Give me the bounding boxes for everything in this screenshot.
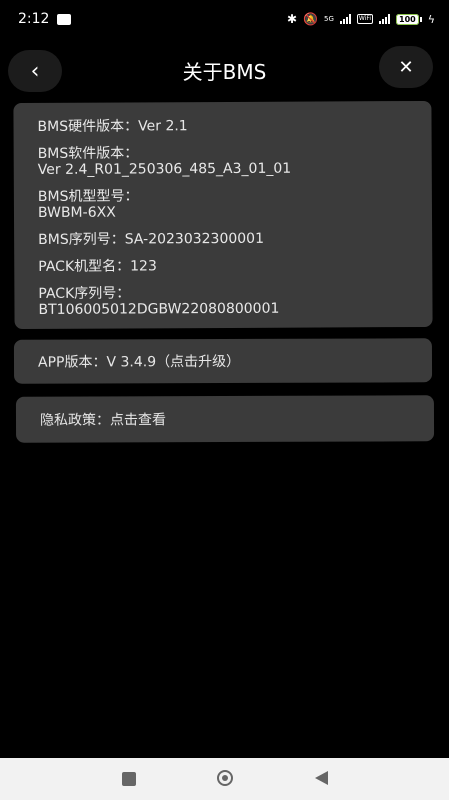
- serial-value: SA-2023032300001: [124, 230, 265, 248]
- serial-row: BMS序列号：SA-2023032300001: [38, 230, 408, 248]
- pack-model-row: PACK机型名：123: [38, 257, 408, 275]
- signal-icon: [339, 14, 351, 24]
- app-version-text: APP版本：V 3.4.9（点击升级）: [37, 353, 241, 371]
- status-time: 2:12: [18, 11, 50, 27]
- signal-icon-2: [379, 14, 391, 24]
- model-value: BWBM-6XX: [37, 204, 116, 221]
- hw-version-label: BMS硬件版本：: [37, 118, 139, 135]
- hw-version-row: BMS硬件版本：Ver 2.1: [37, 117, 407, 135]
- pack-serial-row: PACK序列号： BT106005012DGBW22080800001: [38, 284, 408, 318]
- sw-version-label: BMS软件版本：: [37, 145, 139, 162]
- home-circle-icon[interactable]: [217, 770, 233, 786]
- wifi-icon: WiFi: [356, 14, 374, 24]
- status-right: ✱ 🔕 5G WiFi 100 ϟ: [287, 13, 435, 26]
- charging-icon: ϟ: [427, 12, 435, 26]
- serial-label: BMS序列号：: [38, 231, 125, 248]
- system-nav-bar: [0, 758, 449, 800]
- sw-version-value: Ver 2.4_R01_250306_485_A3_01_01: [37, 160, 292, 178]
- status-bar: 2:12 ✱ 🔕 5G WiFi 100 ϟ: [0, 0, 449, 38]
- sw-version-row: BMS软件版本： Ver 2.4_R01_250306_485_A3_01_01: [38, 144, 408, 178]
- status-left: 2:12: [18, 11, 72, 27]
- model-row: BMS机型型号： BWBM-6XX: [38, 187, 408, 221]
- pack-serial-label: PACK序列号：: [38, 285, 131, 302]
- model-label: BMS机型型号：: [37, 188, 139, 205]
- privacy-policy-button[interactable]: 隐私政策：点击查看: [15, 395, 435, 443]
- pack-model-value: 123: [130, 258, 157, 275]
- battery-level: 100: [396, 13, 419, 25]
- pack-serial-value: BT106005012DGBW22080800001: [38, 300, 280, 318]
- recents-square-icon[interactable]: [122, 772, 136, 786]
- battery-icon: 100: [396, 13, 422, 25]
- app-version-button[interactable]: APP版本：V 3.4.9（点击升级）: [13, 338, 433, 384]
- bms-info-card: BMS硬件版本：Ver 2.1 BMS软件版本： Ver 2.4_R01_250…: [13, 100, 433, 330]
- mute-bell-icon: 🔕: [303, 12, 318, 26]
- network-type-icon: 5G: [323, 14, 334, 23]
- hw-version-value: Ver 2.1: [138, 118, 188, 135]
- close-icon: ✕: [398, 56, 414, 78]
- privacy-policy-text: 隐私政策：点击查看: [39, 412, 167, 429]
- back-triangle-icon[interactable]: [315, 771, 328, 785]
- header: ‹ 关于BMS ✕: [0, 44, 449, 96]
- notification-icon: [57, 13, 72, 25]
- close-button[interactable]: ✕: [379, 46, 433, 88]
- bluetooth-icon: ✱: [286, 12, 298, 26]
- network-type-label: 5G: [323, 14, 334, 23]
- battery-cap: [419, 16, 422, 22]
- pack-model-label: PACK机型名：: [38, 258, 131, 275]
